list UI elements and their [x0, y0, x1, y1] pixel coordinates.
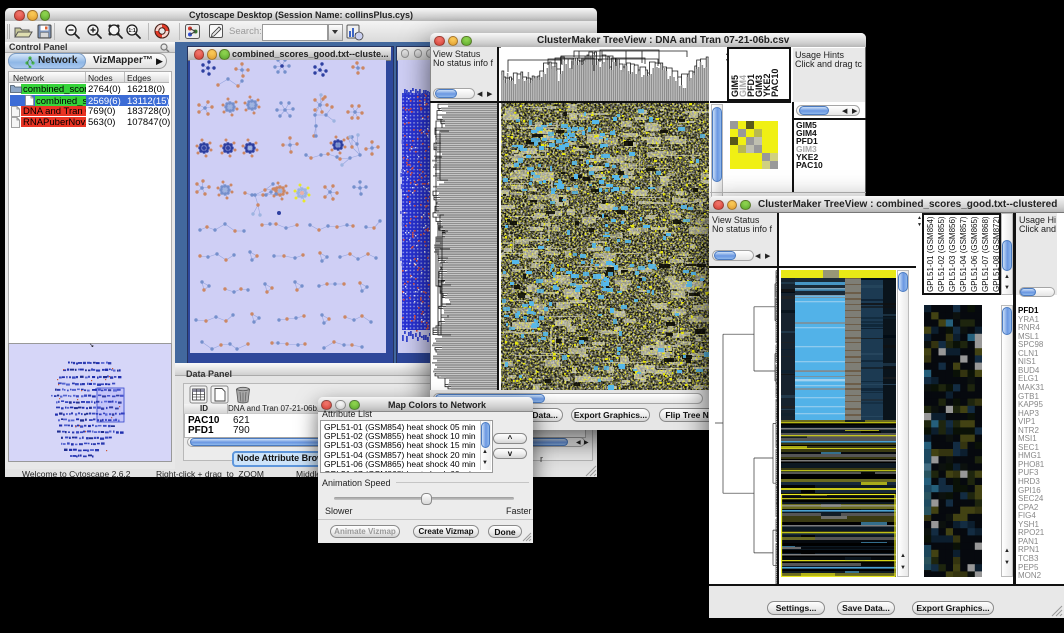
- svg-text:1:1: 1:1: [128, 28, 135, 34]
